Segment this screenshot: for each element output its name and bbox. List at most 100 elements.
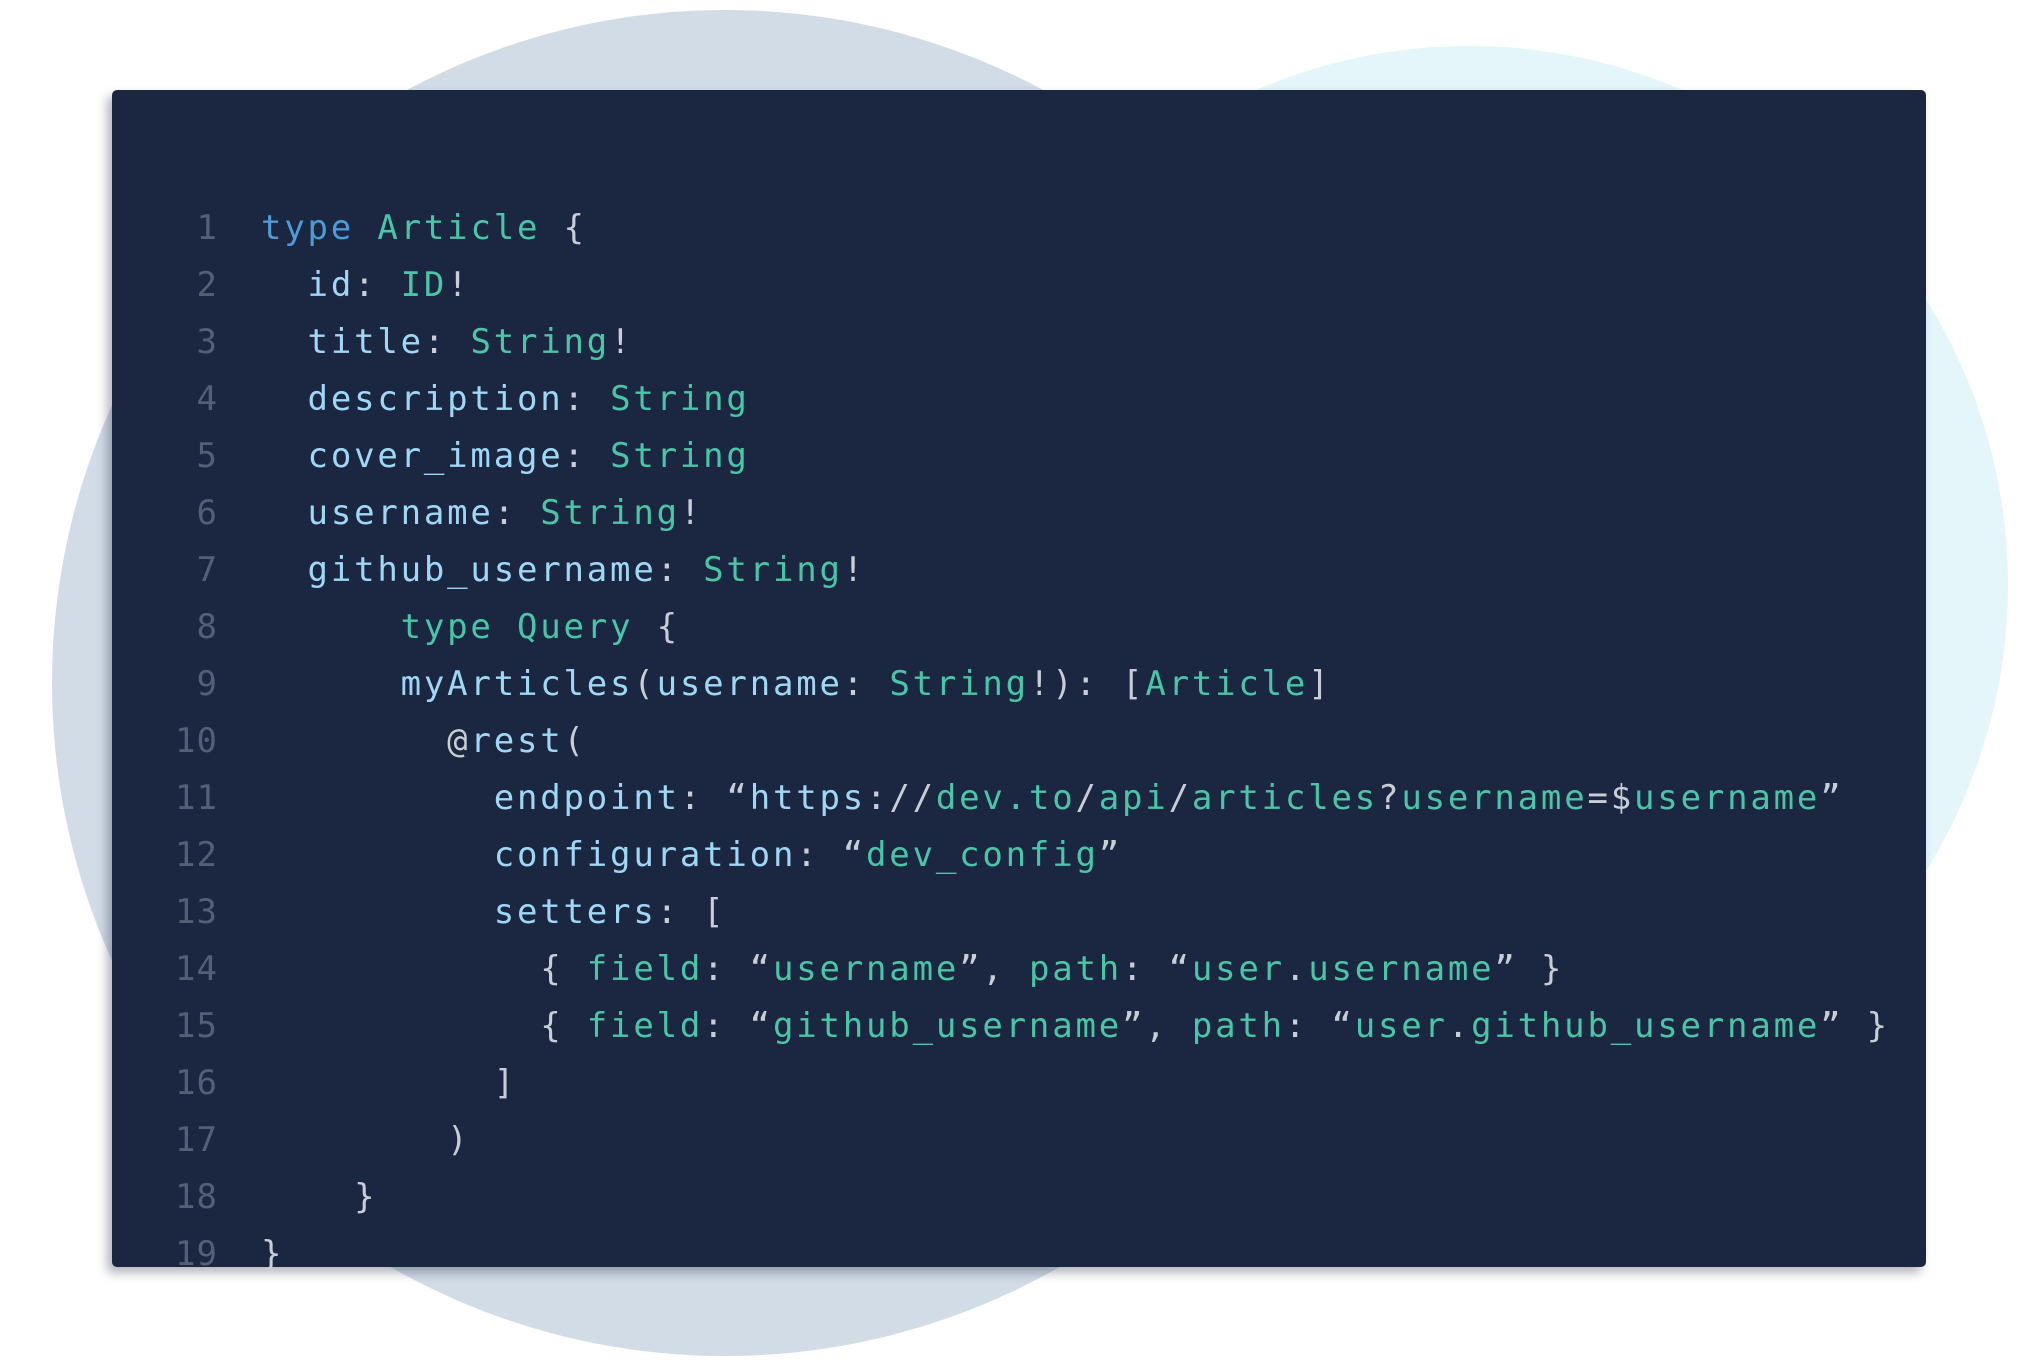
code-token-punct <box>354 208 377 248</box>
code-token-punct: ! <box>447 265 471 305</box>
code-token-punct <box>261 379 308 419</box>
code-token-punct: : <box>423 322 471 362</box>
code-token-type: ID <box>400 265 448 305</box>
code-token-field: github_username <box>307 550 657 590</box>
line-number: 3 <box>196 322 218 362</box>
code-token-type: username <box>1401 778 1588 818</box>
line-number: 16 <box>175 1063 218 1103</box>
code-token-type: type <box>400 607 494 647</box>
code-token-punct <box>494 607 517 647</box>
code-token-punct: . <box>1284 949 1309 989</box>
line-code: } <box>261 1226 284 1283</box>
line-code: ] <box>261 1055 517 1112</box>
line-code: } <box>261 1169 377 1226</box>
code-token-type: path <box>1028 949 1123 989</box>
code-token-field: title <box>307 322 424 362</box>
code-token-punct: : [ <box>656 892 727 932</box>
line-number: 11 <box>175 778 218 818</box>
code-token-type: path <box>1191 1006 1285 1046</box>
line-number: 7 <box>196 550 218 590</box>
line-code: ) <box>261 1112 470 1169</box>
code-token-type: user <box>1191 949 1285 989</box>
line-number: 1 <box>196 208 218 248</box>
line-number: 8 <box>196 607 218 647</box>
code-token-punct: : “ <box>703 949 773 989</box>
code-token-punct: ( <box>633 664 657 704</box>
code-token-punct: =$ <box>1587 778 1635 818</box>
code-token-punct <box>261 265 308 305</box>
code-token-punct: { <box>540 208 587 248</box>
line-number: 5 <box>196 436 218 476</box>
code-token-field: cover_image <box>307 436 564 476</box>
code-token-punct: ? <box>1378 778 1402 818</box>
code-token-punct: : “ <box>1122 949 1192 989</box>
code-token-punct <box>261 322 308 362</box>
code-token-punct: { <box>261 1006 587 1046</box>
code-token-punct: !): [ <box>1028 664 1146 704</box>
code-token-type: github_username <box>772 1006 1122 1046</box>
line-number: 13 <box>175 892 218 932</box>
code-token-type: String <box>610 436 750 476</box>
code-token-punct: : “ <box>1284 1006 1355 1046</box>
code-token-punct: / <box>1075 778 1099 818</box>
code-token-punct: @ <box>447 721 471 761</box>
code-token-type: Article <box>1145 664 1309 704</box>
code-line: 5 cover_image: String <box>112 428 1926 485</box>
line-code: configuration: “dev_config” <box>261 827 1122 884</box>
code-token-type: dev_config <box>866 835 1099 875</box>
code-token-type: String <box>703 550 843 590</box>
code-line: 1 type Article { <box>112 200 1926 257</box>
code-token-type: String <box>470 322 611 362</box>
code-token-punct <box>261 664 401 704</box>
line-code: { field: “username”, path: “user.usernam… <box>261 941 1564 998</box>
line-code: setters: [ <box>261 884 726 941</box>
code-line: 4 description: String <box>112 371 1926 428</box>
code-token-type: username <box>1308 949 1495 989</box>
code-token-punct <box>261 721 447 761</box>
code-line: 16 ] <box>112 1055 1926 1112</box>
code-line: 9 myArticles(username: String!): [Articl… <box>112 656 1926 713</box>
line-code: endpoint: “https://dev.to/api/articles?u… <box>261 770 1843 827</box>
code-token-type: user <box>1354 1006 1448 1046</box>
code-token-field: configuration <box>493 835 797 875</box>
code-line: 7 github_username: String! <box>112 542 1926 599</box>
code-token-field: username <box>656 664 843 704</box>
code-token-punct: : “ <box>703 1006 773 1046</box>
code-token-field: description <box>307 379 564 419</box>
code-token-punct: ” } <box>1820 1006 1890 1046</box>
code-token-punct: : <box>563 436 611 476</box>
code-token-punct: :// <box>866 778 936 818</box>
code-token-punct: } <box>261 1234 285 1274</box>
code-token-type: Query <box>517 607 634 647</box>
line-number: 2 <box>196 265 218 305</box>
code-line: 3 title: String! <box>112 314 1926 371</box>
code-token-punct <box>261 892 494 932</box>
code-token-punct: ” <box>1098 835 1123 875</box>
code-line: 12 configuration: “dev_config” <box>112 827 1926 884</box>
line-number: 10 <box>175 721 218 761</box>
code-token-punct: ( <box>563 721 587 761</box>
code-line: 18 } <box>112 1169 1926 1226</box>
line-number: 12 <box>175 835 218 875</box>
code-token-punct: ! <box>610 322 634 362</box>
code-token-type: api <box>1098 778 1169 818</box>
line-number: 18 <box>175 1177 218 1217</box>
code-token-field: myArticles <box>400 664 634 704</box>
code-line: 14 { field: “username”, path: “user.user… <box>112 941 1926 998</box>
code-token-type: String <box>889 664 1029 704</box>
line-code: github_username: String! <box>261 542 866 599</box>
code-line: 15 { field: “github_username”, path: “us… <box>112 998 1926 1055</box>
line-code: title: String! <box>261 314 633 371</box>
code-token-punct: : <box>563 379 611 419</box>
code-token-punct: : <box>842 664 890 704</box>
line-number: 6 <box>196 493 218 533</box>
code-token-punct: : “ <box>679 778 750 818</box>
code-editor-card: 1 type Article {2 id: ID! 3 title: String!… <box>112 90 1926 1274</box>
line-code: { field: “github_username”, path: “user.… <box>261 998 1890 1055</box>
code-token-punct: : “ <box>796 835 867 875</box>
code-token-field: endpoint <box>493 778 680 818</box>
line-number: 15 <box>175 1006 218 1046</box>
code-token-kw: type <box>261 208 355 248</box>
code-token-punct <box>261 550 308 590</box>
line-code: @rest( <box>261 713 587 770</box>
